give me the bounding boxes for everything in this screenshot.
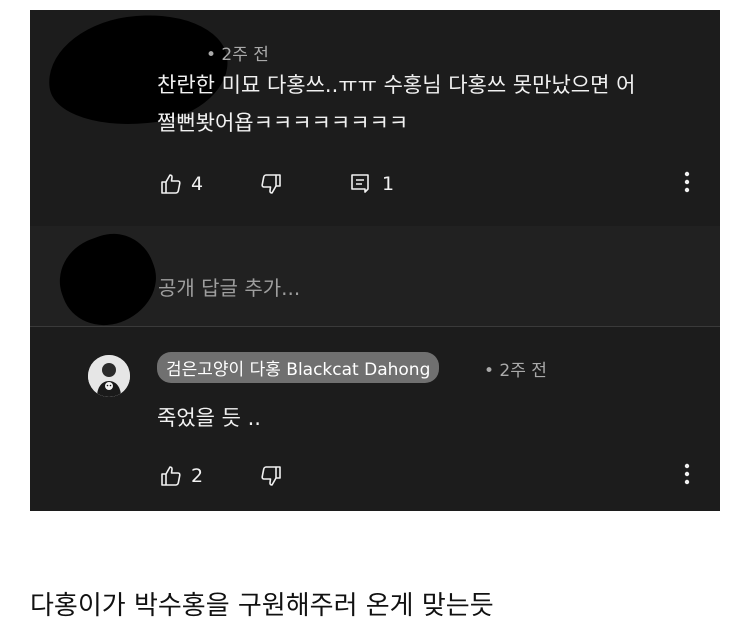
author-name-chip[interactable]: 검은고양이 다홍 Blackcat Dahong — [157, 352, 440, 383]
youtube-comment-screenshot: • 2주 전 찬란한 미묘 다홍쓰..ㅠㅠ 수홍님 다홍쓰 못만났으면 어 쩔뻔… — [30, 10, 720, 511]
reply-input[interactable]: 공개 답글 추가... — [158, 272, 300, 301]
comment-text-line1: 찬란한 미묘 다홍쓰..ㅠㅠ 수홍님 다홍쓰 못만났으면 어 — [157, 73, 636, 97]
more-options-button[interactable] — [677, 170, 697, 198]
avatar[interactable] — [88, 355, 130, 397]
thumbs-down-icon — [259, 172, 283, 196]
thumbs-up-icon — [159, 464, 183, 488]
more-options-button[interactable] — [677, 462, 697, 490]
like-button[interactable]: 4 — [159, 172, 203, 196]
reply-time: • 2주 전 — [484, 361, 547, 381]
like-count: 4 — [191, 173, 204, 195]
post-caption: 다홍이가 박수홍을 구원해주러 온게 맞는듯 — [30, 591, 494, 621]
comment-text-line2: 쩔뻔봣어욥ㅋㅋㅋㅋㅋㅋㅋㅋ — [157, 111, 409, 135]
reply-comment: 검은고양이 다홍 Blackcat Dahong • 2주 전 죽었을 듯 ..… — [30, 327, 720, 511]
dislike-button[interactable] — [259, 172, 283, 196]
reply-text: 죽었을 듯 .. — [157, 406, 261, 430]
more-vert-icon — [684, 171, 690, 197]
more-vert-icon — [684, 463, 690, 489]
comment-time: • 2주 전 — [206, 45, 269, 65]
thumbs-up-icon — [159, 172, 183, 196]
reply-count-button[interactable]: 1 — [348, 172, 394, 196]
thumbs-down-icon — [259, 464, 283, 488]
comment: • 2주 전 찬란한 미묘 다홍쓰..ㅠㅠ 수홍님 다홍쓰 못만났으면 어 쩔뻔… — [30, 10, 720, 226]
like-button[interactable]: 2 — [159, 464, 203, 488]
comment-text: 찬란한 미묘 다홍쓰..ㅠㅠ 수홍님 다홍쓰 못만났으면 어 쩔뻔봣어욥ㅋㅋㅋㅋ… — [157, 66, 717, 142]
reply-count: 1 — [382, 173, 395, 195]
dislike-button[interactable] — [259, 464, 283, 488]
like-count: 2 — [191, 465, 204, 487]
reply-input-area: 공개 답글 추가... — [30, 222, 720, 338]
comment-icon — [348, 172, 372, 196]
redacted-avatar-blot — [47, 222, 169, 338]
